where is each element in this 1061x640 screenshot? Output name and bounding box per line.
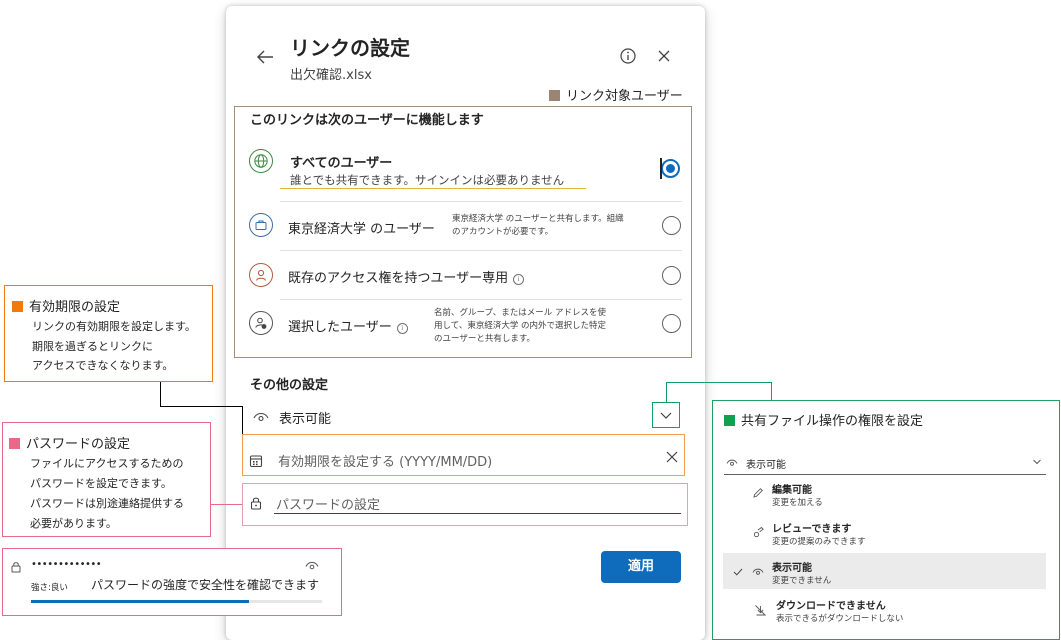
globe-icon bbox=[249, 149, 273, 173]
strength-fill bbox=[31, 600, 250, 603]
legend-label: リンク対象ユーザー bbox=[566, 89, 683, 104]
item-sub: 変更の提案のみできます bbox=[772, 537, 866, 547]
calendar-icon bbox=[249, 455, 263, 468]
connector-line bbox=[666, 382, 772, 383]
person-icon bbox=[249, 263, 273, 287]
option-org-desc-1: 東京経済大学 のユーザーと共有します。組織 bbox=[452, 214, 624, 224]
callout-password-title-text: パスワードの設定 bbox=[26, 437, 131, 452]
eye-icon bbox=[253, 412, 269, 422]
callout-permission-title-text: 共有ファイル操作の権限を設定 bbox=[741, 414, 924, 429]
dropdown-item-review[interactable]: レビューできます 変更の提案のみできます bbox=[772, 520, 866, 547]
option-existing-label: 既存のアクセス権を持つユーザー専用 i bbox=[288, 267, 525, 286]
connector-line bbox=[771, 382, 772, 400]
callout-expiry-line: 期限を過ぎるとリンクに bbox=[32, 340, 153, 353]
item-title: ダウンロードできません bbox=[776, 601, 886, 612]
strength-label: 強さ:良い bbox=[31, 583, 68, 593]
other-settings-heading: その他の設定 bbox=[250, 378, 329, 393]
item-sub: 表示できるがダウンロードしない bbox=[776, 614, 904, 624]
callout-password-title: パスワードの設定 bbox=[9, 433, 130, 452]
eye-icon[interactable] bbox=[305, 560, 319, 571]
legend-link-target: リンク対象ユーザー bbox=[549, 85, 683, 104]
option-specific-desc-3: のユーザーと共有します。 bbox=[434, 334, 535, 344]
callout-expiry-title-text: 有効期限の設定 bbox=[29, 300, 121, 315]
briefcase-icon bbox=[249, 213, 273, 237]
legend-swatch bbox=[549, 90, 560, 101]
back-arrow-icon[interactable] bbox=[254, 46, 276, 68]
permission-dropdown-button[interactable] bbox=[652, 402, 680, 428]
dialog-filename: 出欠確認.xlsx bbox=[290, 68, 372, 83]
callout-swatch bbox=[724, 415, 735, 426]
callout-permission-title: 共有ファイル操作の権限を設定 bbox=[724, 410, 923, 429]
lock-icon bbox=[11, 562, 21, 573]
option-specific-text: 選択したユーザー bbox=[288, 320, 392, 335]
eye-icon bbox=[752, 568, 764, 575]
callout-password-line: パスワードは別途連絡提供する bbox=[30, 497, 184, 510]
connector-line bbox=[211, 504, 242, 505]
radio-specific[interactable] bbox=[662, 314, 681, 333]
option-specific-desc-1: 名前、グループ、またはメール アドレスを使 bbox=[434, 308, 606, 318]
divider bbox=[280, 201, 682, 202]
radio-org[interactable] bbox=[662, 216, 681, 235]
expiry-input[interactable]: 有効期限を設定する (YYYY/MM/DD) bbox=[278, 451, 492, 470]
dropdown-item-edit[interactable]: 編集可能 変更を加える bbox=[772, 481, 823, 508]
lock-icon bbox=[250, 497, 262, 510]
audience-section-heading: このリンクは次のユーザーに機能します bbox=[250, 113, 484, 128]
connector-line bbox=[160, 382, 161, 406]
strength-caption: パスワードの強度で安全性を確認できます bbox=[91, 578, 320, 592]
item-title: レビューできます bbox=[772, 524, 852, 535]
item-title: 表示可能 bbox=[772, 563, 812, 574]
connector-line bbox=[160, 406, 242, 407]
callout-swatch bbox=[9, 438, 20, 449]
review-icon bbox=[753, 526, 764, 538]
option-specific-label: 選択したユーザー i bbox=[288, 316, 408, 335]
info-icon[interactable]: i bbox=[396, 323, 408, 334]
focus-mark bbox=[660, 158, 662, 179]
callout-password-line: 必要があります。 bbox=[30, 517, 117, 530]
option-anyone-label: すべてのユーザー bbox=[290, 156, 393, 171]
option-org-desc-2: のアカウントが必要です。 bbox=[452, 227, 554, 237]
callout-swatch bbox=[12, 301, 23, 312]
connector-line bbox=[242, 406, 243, 434]
divider bbox=[280, 250, 682, 251]
close-icon[interactable] bbox=[656, 48, 672, 64]
strength-track bbox=[31, 600, 322, 603]
checkmark-icon bbox=[733, 568, 743, 576]
no-download-icon bbox=[755, 605, 766, 616]
dropdown-item-no-download[interactable]: ダウンロードできません 表示できるがダウンロードしない bbox=[776, 597, 903, 624]
item-title: 編集可能 bbox=[772, 485, 812, 496]
dropdown-item-view[interactable]: 表示可能 変更できません bbox=[772, 559, 831, 586]
person-settings-icon bbox=[249, 311, 273, 335]
callout-password-line: ファイルにアクセスするための bbox=[30, 457, 184, 470]
eye-icon bbox=[726, 459, 738, 466]
divider bbox=[280, 299, 682, 300]
password-input[interactable]: パスワードの設定 bbox=[276, 494, 380, 513]
dropdown-underline bbox=[724, 474, 1046, 475]
permission-value: 表示可能 bbox=[279, 412, 332, 427]
item-sub: 変更を加える bbox=[772, 498, 823, 508]
callout-expiry-line: リンクの有効期限を設定します。 bbox=[32, 320, 196, 333]
clear-icon[interactable] bbox=[666, 451, 678, 463]
option-org-label: 東京経済大学 のユーザー bbox=[288, 222, 435, 237]
radio-anyone[interactable] bbox=[661, 159, 680, 178]
password-underline bbox=[274, 513, 681, 514]
callout-password-line: パスワードを設定できます。 bbox=[30, 477, 172, 490]
apply-button[interactable]: 適用 bbox=[601, 551, 681, 583]
info-icon[interactable] bbox=[619, 47, 637, 65]
highlight-underline bbox=[280, 188, 586, 189]
option-specific-desc-2: 用して、東京経済大学 の内外で選択した特定 bbox=[434, 321, 607, 331]
dropdown-current-value[interactable]: 表示可能 bbox=[746, 456, 786, 471]
item-sub: 変更できません bbox=[772, 576, 832, 586]
chevron-down-icon[interactable] bbox=[1032, 458, 1042, 466]
option-anyone-desc: 誰とでも共有できます。サインインは必要ありません bbox=[290, 173, 565, 187]
radio-existing[interactable] bbox=[662, 266, 681, 285]
option-existing-text: 既存のアクセス権を持つユーザー専用 bbox=[288, 271, 509, 286]
callout-expiry-title: 有効期限の設定 bbox=[12, 296, 120, 315]
dialog-title: リンクの設定 bbox=[290, 36, 410, 60]
pencil-icon bbox=[753, 488, 763, 498]
callout-expiry-line: アクセスできなくなります。 bbox=[32, 359, 174, 372]
password-dots: ••••••••••••• bbox=[31, 559, 102, 570]
info-icon[interactable]: i bbox=[513, 274, 525, 285]
connector-line bbox=[666, 382, 667, 402]
chevron-down-icon bbox=[660, 412, 672, 419]
